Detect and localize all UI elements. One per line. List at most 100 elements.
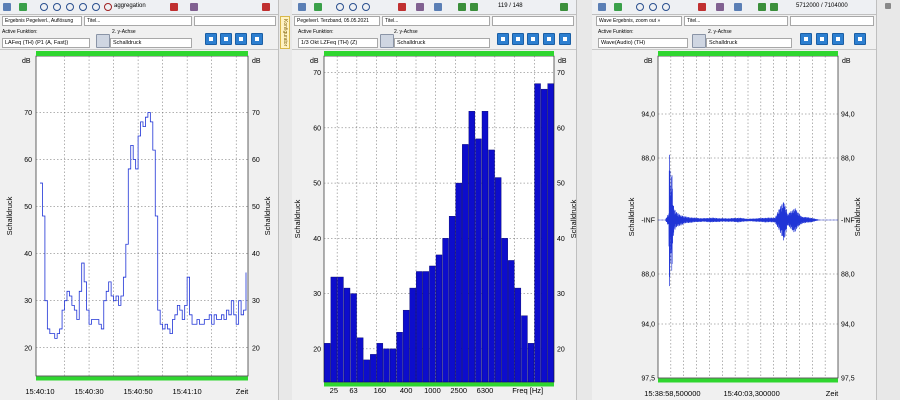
y-tick-label-right: 60: [252, 157, 260, 164]
y-tick-label-right: 30: [557, 291, 565, 298]
y-tick-label-left: 50: [313, 181, 321, 188]
rewind-button[interactable]: [527, 33, 539, 45]
cursor-icon[interactable]: [190, 3, 198, 11]
level-time-chart[interactable]: dB dB Schalldruck Schalldruck 20 20 30 30 40 40 50…: [0, 50, 278, 400]
y-tick-label-right: 60: [557, 125, 565, 132]
marker-icon[interactable]: [698, 3, 706, 11]
toolbar: 119 / 148: [292, 0, 576, 15]
zoom-out-icon[interactable]: [649, 3, 657, 11]
y-tick-label-left: 60: [24, 157, 32, 164]
zoom-in-icon[interactable]: [636, 3, 644, 11]
result-dropdown[interactable]: Wave Ergebnis, zoom out »: [596, 16, 682, 26]
y-tick-label-right: 30: [252, 298, 260, 305]
marker-icon[interactable]: [170, 3, 178, 11]
axis-icon[interactable]: [380, 34, 394, 48]
bar: [527, 343, 535, 383]
grid-icon[interactable]: [734, 3, 742, 11]
x-tick-label: 160: [374, 386, 387, 395]
rewind-button[interactable]: [220, 33, 232, 45]
bar: [370, 354, 377, 383]
bar: [324, 343, 331, 383]
options-button[interactable]: [854, 33, 866, 45]
rewind-button[interactable]: [816, 33, 828, 45]
play-button[interactable]: [497, 33, 509, 45]
bar: [494, 177, 502, 383]
play-button[interactable]: [800, 33, 812, 45]
active-function-label: Active Funktion:: [2, 29, 38, 35]
chart-icon[interactable]: [614, 3, 622, 11]
save-icon[interactable]: [262, 3, 270, 11]
chart-icon[interactable]: [314, 3, 322, 11]
nav-next-icon[interactable]: [560, 3, 568, 11]
y-tick-label-right: 50: [252, 204, 260, 211]
table-icon[interactable]: [298, 3, 306, 11]
options-button[interactable]: [559, 33, 571, 45]
cursor-icon[interactable]: [716, 3, 724, 11]
zoom-fit-icon[interactable]: [662, 3, 670, 11]
bar: [363, 359, 370, 383]
grid-icon[interactable]: [434, 3, 442, 11]
filter-field[interactable]: [492, 16, 574, 26]
bar: [416, 271, 423, 383]
forward-button[interactable]: [832, 33, 844, 45]
title-field[interactable]: Titel...: [84, 16, 192, 26]
axis-icon[interactable]: [692, 34, 706, 48]
aggregation-icon[interactable]: [104, 3, 112, 11]
chart-icon[interactable]: [19, 3, 27, 11]
active-function-select[interactable]: 1/3 Okt LZFeq (TH) (Z): [298, 38, 378, 48]
y2-axis-select[interactable]: Schalldruck: [110, 38, 192, 48]
close-icon[interactable]: [885, 3, 891, 9]
nav-prev-icon[interactable]: [770, 3, 778, 11]
y2-axis-select[interactable]: Schalldruck: [706, 38, 792, 48]
filter-field[interactable]: [790, 16, 874, 26]
configurator-tab[interactable]: Konfigurator: [280, 16, 290, 50]
title-field[interactable]: Titel...: [684, 16, 788, 26]
stop-button[interactable]: [512, 33, 524, 45]
active-function-label: Active Funktion:: [598, 29, 634, 35]
active-function-select[interactable]: LAFeq (TH) (P1 (A, Fast)): [2, 38, 90, 48]
forward-button[interactable]: [235, 33, 247, 45]
zoom-in-icon[interactable]: [40, 3, 48, 11]
bar: [422, 271, 430, 383]
filter-field[interactable]: [194, 16, 276, 26]
toolbar: 5712000 / 7104000: [592, 0, 876, 15]
table-icon[interactable]: [3, 3, 11, 11]
forward-button[interactable]: [543, 33, 555, 45]
aggregation-label[interactable]: aggregation: [114, 3, 146, 9]
nav-first-icon[interactable]: [458, 3, 466, 11]
active-function-select[interactable]: Wave(Audio) (TH): [598, 38, 688, 48]
zoom-in-icon[interactable]: [336, 3, 344, 11]
title-field[interactable]: Titel...: [382, 16, 490, 26]
options-button[interactable]: [251, 33, 263, 45]
zoom-out-icon[interactable]: [53, 3, 61, 11]
axis-icon[interactable]: [96, 34, 110, 48]
bar: [462, 144, 469, 383]
play-button[interactable]: [205, 33, 217, 45]
nav-first-icon[interactable]: [758, 3, 766, 11]
zoom-y-icon[interactable]: [92, 3, 100, 11]
wave-chart[interactable]: dB dBSchalldruck Schalldruck94,0 94,088,0 88…: [592, 50, 876, 400]
zoom-x-icon[interactable]: [79, 3, 87, 11]
zoom-fit-icon[interactable]: [66, 3, 74, 11]
sample-counter: 5712000 / 7104000: [796, 3, 848, 9]
zoom-fit-icon[interactable]: [362, 3, 370, 11]
y-tick-label-left: 97,5: [641, 376, 655, 383]
result-dropdown[interactable]: Ergebnis Pegelverl., Auflösung: [2, 16, 82, 26]
bar: [350, 293, 357, 383]
cursor-icon[interactable]: [416, 3, 424, 11]
status-bar-top: [36, 51, 248, 56]
y-tick-label-left: 94,0: [641, 112, 655, 119]
marker-icon[interactable]: [398, 3, 406, 11]
result-dropdown[interactable]: Pegelverl. Terzband, 05.05.2021: [294, 16, 380, 26]
bar: [468, 111, 476, 383]
bar: [383, 348, 390, 383]
nav-prev-icon[interactable]: [470, 3, 478, 11]
table-icon[interactable]: [598, 3, 606, 11]
panel-level-time: aggregation Ergebnis Pegelverl., Auflösu…: [0, 0, 278, 400]
zoom-out-icon[interactable]: [349, 3, 357, 11]
x-tick-label: 2500: [450, 386, 467, 395]
x-tick-label: 15:41:10: [173, 387, 202, 396]
third-octave-chart[interactable]: dB dB Schalldruck Schalldruck 20 20 30 30 40 40 50…: [292, 50, 576, 400]
x-tick-label: 400: [400, 386, 413, 395]
y2-axis-select[interactable]: Schalldruck: [394, 38, 490, 48]
